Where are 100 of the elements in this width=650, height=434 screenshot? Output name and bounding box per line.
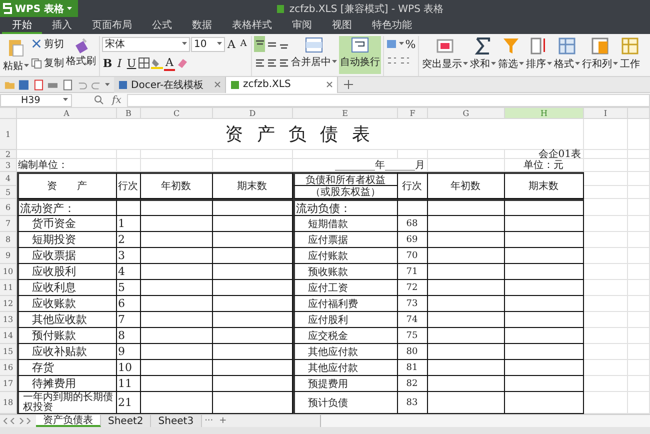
cut-button[interactable]: 剪切 — [31, 36, 64, 52]
formula-field[interactable] — [127, 94, 650, 106]
row-header[interactable]: 10 — [0, 264, 17, 280]
sheet-tab[interactable]: Sheet3 — [151, 415, 202, 427]
preview-icon[interactable] — [62, 78, 74, 90]
column-header[interactable]: I — [584, 108, 628, 119]
close-icon[interactable] — [326, 81, 333, 88]
menu-tab[interactable]: 特色功能 — [362, 17, 422, 34]
toolbar-button[interactable]: 求和 — [469, 36, 497, 74]
toolbar-button[interactable]: 工作 — [619, 36, 641, 74]
fill-color-icon[interactable] — [151, 57, 163, 69]
copy-button[interactable]: 复制 — [31, 55, 64, 71]
more-sheets-button[interactable]: ··· — [202, 415, 216, 427]
table-cell — [584, 232, 628, 248]
row-header[interactable]: 9 — [0, 248, 17, 264]
row-header[interactable]: 18 — [0, 392, 17, 414]
column-header[interactable]: B — [117, 108, 141, 119]
column-header[interactable]: F — [398, 108, 428, 119]
format-painter-button[interactable]: 格式刷 — [65, 36, 97, 74]
document-tab[interactable]: Docer-在线模板 — [114, 76, 226, 92]
table-cell — [628, 264, 650, 280]
row-header[interactable]: 11 — [0, 280, 17, 296]
add-sheet-button[interactable]: + — [216, 415, 230, 427]
row-header[interactable]: 3 — [0, 159, 17, 172]
menu-tab[interactable]: 视图 — [322, 17, 362, 34]
highlight-icon[interactable] — [436, 37, 454, 55]
menu-tab[interactable]: 数据 — [182, 17, 222, 34]
shrink-font-button[interactable]: A — [238, 36, 249, 52]
row-header[interactable]: 7 — [0, 216, 17, 232]
menu-tab[interactable]: 公式 — [142, 17, 182, 34]
row-header[interactable]: 16 — [0, 360, 17, 376]
merge-center-button[interactable]: 合并居中 — [290, 36, 338, 74]
menu-tab[interactable]: 页面布局 — [82, 17, 142, 34]
font-name-field[interactable]: 宋体 — [102, 36, 190, 52]
sort-icon[interactable] — [530, 37, 548, 55]
align-button[interactable] — [254, 36, 265, 52]
toolbar-button[interactable]: 突出显示 — [421, 36, 469, 74]
document-icon — [118, 80, 128, 90]
column-header[interactable]: G — [428, 108, 505, 119]
toolbar-button[interactable]: 筛选 — [497, 36, 525, 74]
new-tab-icon[interactable] — [344, 80, 353, 89]
grow-font-button[interactable]: A — [226, 36, 237, 52]
row-header[interactable]: 8 — [0, 232, 17, 248]
sheet-tab[interactable]: 资产负债表 — [36, 415, 101, 427]
row-header[interactable]: 1 — [0, 119, 17, 150]
text-style-button[interactable]: I — [114, 55, 125, 71]
sheet-navigation-icon[interactable] — [3, 418, 33, 424]
align-icon — [254, 58, 264, 68]
row-header[interactable]: 2 — [0, 150, 17, 159]
row-header[interactable]: 12 — [0, 296, 17, 312]
save-icon[interactable] — [18, 78, 30, 90]
cell-text: 74 — [406, 314, 418, 324]
row-header[interactable]: 5 — [0, 186, 17, 199]
column-header[interactable]: A — [17, 108, 117, 119]
table-format-icon[interactable] — [558, 37, 576, 55]
document-icon — [230, 80, 240, 90]
column-heading: 期末数 — [528, 180, 558, 193]
row-header[interactable]: 14 — [0, 328, 17, 344]
table-cell — [584, 264, 628, 280]
app-menu-button[interactable]: WPS 表格 — [0, 0, 78, 17]
eraser-icon[interactable] — [176, 57, 188, 69]
sum-icon[interactable] — [474, 37, 492, 55]
column-header[interactable]: E — [293, 108, 398, 119]
menu-tab[interactable]: 审阅 — [282, 17, 322, 34]
paste-button[interactable]: 粘贴 — [2, 36, 30, 74]
menu-tab[interactable]: 插入 — [42, 17, 82, 34]
text-style-button[interactable]: U — [126, 55, 137, 71]
pdf-icon[interactable] — [32, 78, 44, 90]
toolbar-button[interactable]: 格式 — [553, 36, 581, 74]
percent-button[interactable]: % — [405, 36, 416, 52]
function-label[interactable]: fx — [112, 94, 122, 106]
borders-icon[interactable] — [138, 57, 150, 69]
table-cell — [584, 186, 628, 199]
name-box[interactable]: H39 — [0, 94, 72, 106]
font-color-button[interactable]: A — [164, 55, 175, 71]
worksheet-icon[interactable] — [621, 37, 639, 55]
table-cell — [584, 216, 628, 232]
zoom-icon[interactable] — [94, 95, 104, 105]
horizontal-scrollbar[interactable] — [320, 415, 650, 427]
row-header[interactable]: 17 — [0, 376, 17, 392]
close-icon[interactable] — [214, 81, 221, 88]
column-header[interactable]: C — [141, 108, 213, 119]
toolbar-button[interactable]: 排序 — [525, 36, 553, 74]
document-tab[interactable]: zcfzb.XLS — [226, 76, 338, 92]
sheet-tab[interactable]: Sheet2 — [101, 415, 152, 427]
cell-text: 2 — [118, 233, 125, 246]
currency-icon[interactable] — [386, 38, 398, 50]
menu-tab[interactable]: 表格样式 — [222, 17, 282, 34]
align-icon — [278, 58, 288, 68]
cell-text: 应付账款 — [308, 250, 348, 262]
font-size-field[interactable]: 10 — [191, 36, 225, 52]
row-header[interactable]: 6 — [0, 199, 17, 216]
toolbar-button[interactable]: 行和列 — [581, 36, 619, 74]
column-header[interactable]: D — [213, 108, 293, 119]
text-style-button[interactable]: B — [102, 55, 113, 71]
row-header[interactable]: 13 — [0, 312, 17, 328]
row-header[interactable]: 15 — [0, 344, 17, 360]
rows-columns-icon[interactable] — [591, 37, 609, 55]
row-header[interactable]: 4 — [0, 172, 17, 186]
wrap-text-button[interactable]: 自动换行 — [339, 36, 381, 74]
